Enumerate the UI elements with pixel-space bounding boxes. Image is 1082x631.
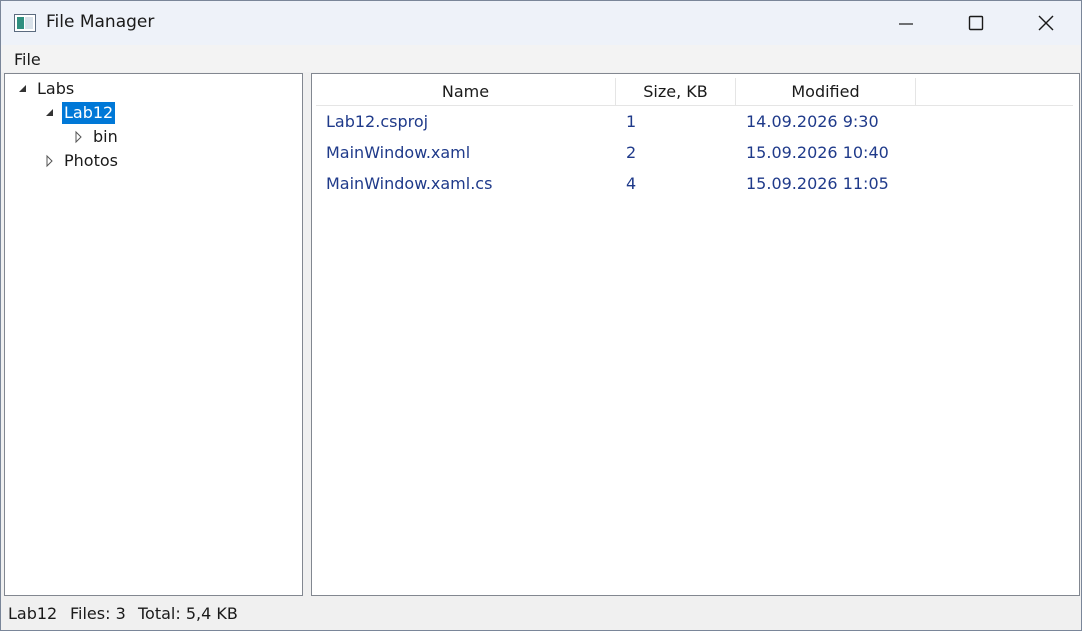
status-bar: Lab12 Files: 3 Total: 5,4 KB: [1, 597, 1081, 630]
tree-item-labs[interactable]: Labs: [15, 78, 76, 100]
cell-size: 4: [626, 174, 637, 193]
menu-file[interactable]: File: [14, 50, 41, 69]
title-bar[interactable]: File Manager: [1, 1, 1081, 45]
collapsed-arrow-icon[interactable]: [42, 153, 58, 169]
cell-modified: 14.09.2026 9:30: [746, 112, 879, 131]
folder-tree[interactable]: Labs Lab12 bin Photos: [4, 73, 303, 596]
file-list[interactable]: Name Size, KB Modified Lab12.csproj 1 14…: [311, 73, 1080, 596]
list-row[interactable]: Lab12.csproj 1 14.09.2026 9:30: [316, 107, 1073, 137]
status-file-count: Files: 3: [70, 604, 126, 623]
app-window: File Manager File Labs Lab12 bin Photos …: [0, 0, 1082, 631]
window-title: File Manager: [46, 12, 155, 32]
tree-item-bin[interactable]: bin: [71, 126, 120, 148]
list-row[interactable]: MainWindow.xaml.cs 4 15.09.2026 11:05: [316, 169, 1073, 199]
status-folder: Lab12: [8, 604, 58, 623]
list-header: Name Size, KB Modified: [316, 78, 1073, 106]
cell-modified: 15.09.2026 10:40: [746, 143, 889, 162]
tree-item-lab12[interactable]: Lab12: [42, 102, 116, 124]
tree-item-label: Lab12: [62, 102, 116, 124]
column-header-name[interactable]: Name: [316, 78, 616, 105]
minimize-icon: [899, 23, 913, 25]
list-row[interactable]: MainWindow.xaml 2 15.09.2026 10:40: [316, 138, 1073, 168]
expanded-arrow-icon[interactable]: [15, 81, 31, 97]
minimize-button[interactable]: [871, 1, 941, 45]
cell-name: Lab12.csproj: [326, 112, 429, 131]
close-icon: [1038, 15, 1054, 31]
expanded-arrow-icon[interactable]: [42, 105, 58, 121]
cell-modified: 15.09.2026 11:05: [746, 174, 889, 193]
close-button[interactable]: [1011, 1, 1081, 45]
cell-size: 2: [626, 143, 637, 162]
cell-size: 1: [626, 112, 637, 131]
menu-bar: File: [1, 45, 1081, 72]
column-header-size[interactable]: Size, KB: [616, 78, 736, 105]
maximize-button[interactable]: [941, 1, 1011, 45]
maximize-icon: [968, 15, 984, 31]
collapsed-arrow-icon[interactable]: [71, 129, 87, 145]
cell-name: MainWindow.xaml.cs: [326, 174, 493, 193]
column-header-modified[interactable]: Modified: [736, 78, 916, 105]
tree-item-label: Labs: [37, 79, 75, 98]
tree-item-label: bin: [93, 127, 118, 146]
tree-item-label: Photos: [64, 151, 118, 170]
cell-name: MainWindow.xaml: [326, 143, 471, 162]
status-total-size: Total: 5,4 KB: [138, 604, 238, 623]
tree-item-photos[interactable]: Photos: [42, 150, 120, 172]
app-icon: [14, 14, 36, 32]
